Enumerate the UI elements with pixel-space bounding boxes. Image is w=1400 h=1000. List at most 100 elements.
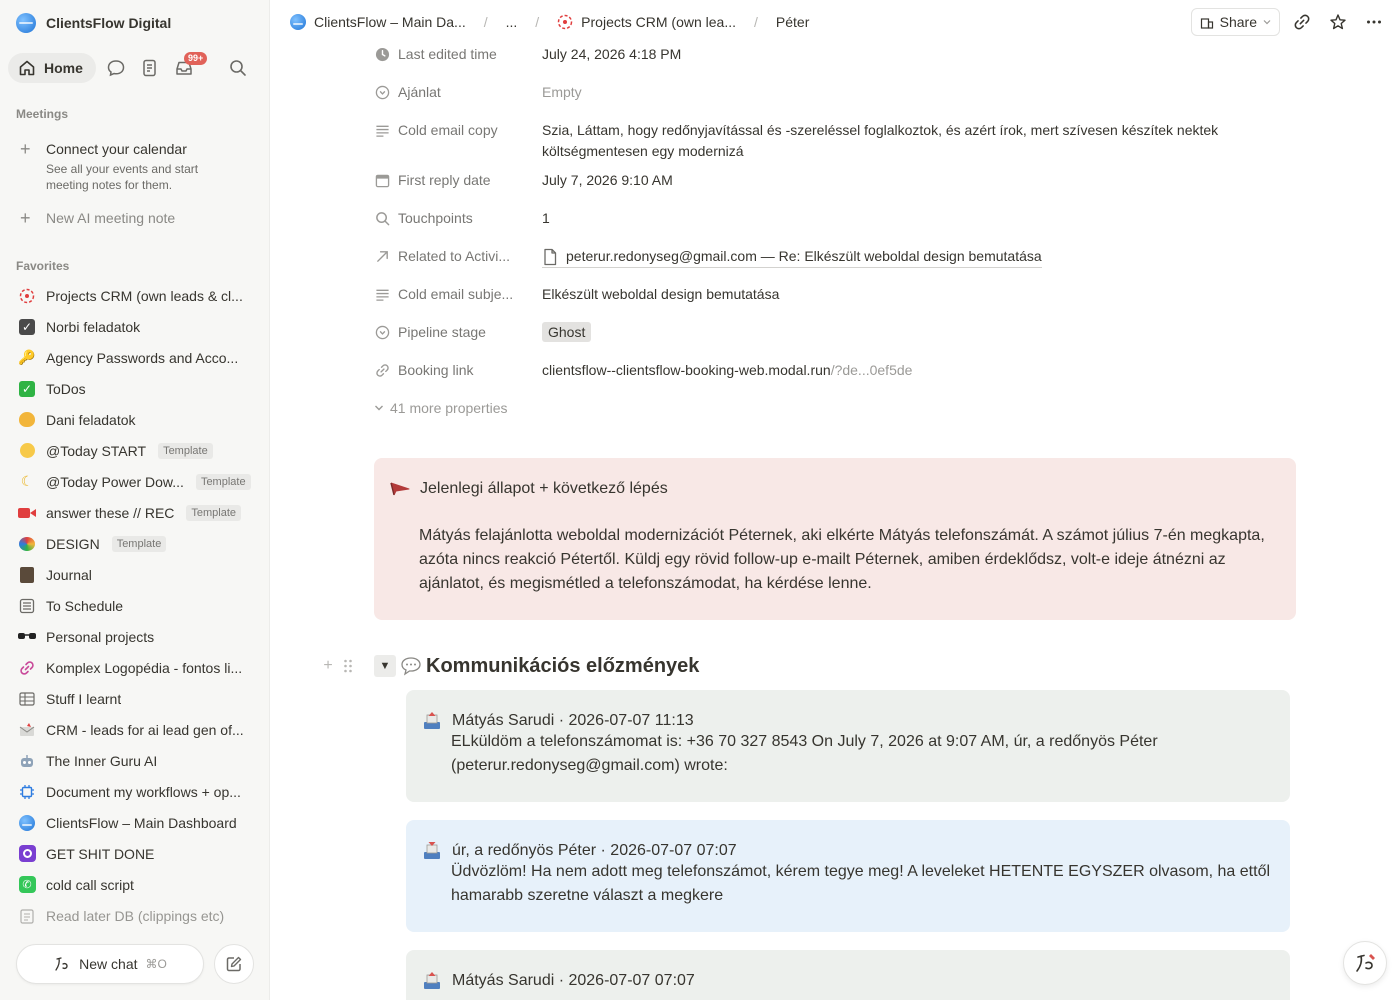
property-row[interactable]: Last edited time July 24, 2026 4:18 PM <box>374 36 1294 74</box>
sunglasses-icon <box>18 628 36 646</box>
chat-button[interactable] <box>102 54 130 82</box>
message-callout[interactable]: úr, a redőnyös Péter · 2026-07-07 07:07 … <box>406 820 1290 932</box>
cat-icon <box>18 411 36 429</box>
share-button[interactable]: Share <box>1190 8 1280 36</box>
section-heading: Kommunikációs előzmények <box>426 654 700 677</box>
toggle-caret-icon[interactable]: ▼ <box>374 655 396 677</box>
property-name: Touchpoints <box>398 210 473 226</box>
sidebar-item-stuff-i-learnt[interactable]: Stuff I learnt <box>8 683 262 714</box>
property-row[interactable]: Cold email subje... Elkészült weboldal d… <box>374 276 1294 314</box>
sidebar-item-today-power-down[interactable]: ☾ @Today Power Dow... Template <box>8 466 262 497</box>
home-button[interactable]: Home <box>8 53 96 83</box>
template-badge: Template <box>195 473 251 490</box>
drag-handle[interactable] <box>338 658 358 674</box>
property-row[interactable]: Touchpoints 1 <box>374 200 1294 238</box>
sidebar-item-komplex-logopedia[interactable]: Komplex Logopédia - fontos li... <box>8 652 262 683</box>
compose-button[interactable] <box>214 944 254 984</box>
more-horizontal-icon <box>1367 20 1381 24</box>
message-callout[interactable]: Mátyás Sarudi · 2026-07-07 11:13 ELküldö… <box>406 690 1290 802</box>
property-row[interactable]: Cold email copy Szia, Láttam, hogy redőn… <box>374 112 1294 162</box>
ai-face-icon <box>1356 954 1375 972</box>
breadcrumb-separator: / <box>483 14 488 30</box>
message-header: úr, a redőnyös Péter · 2026-07-07 07:07 <box>452 842 737 859</box>
sidebar-item-crm-leads[interactable]: CRM - leads for ai lead gen of... <box>8 714 262 745</box>
sidebar-item-agency-passwords[interactable]: 🔑 Agency Passwords and Acco... <box>8 342 262 373</box>
booking-link-suffix: /?de...0ef5de <box>830 362 913 378</box>
text-icon <box>374 122 390 138</box>
link-icon <box>374 362 390 378</box>
moon-icon: ☾ <box>20 473 34 489</box>
sidebar-item-answer-these[interactable]: answer these // REC Template <box>8 497 262 528</box>
favorite-button[interactable] <box>1324 8 1352 36</box>
sidebar-item-today-start[interactable]: @Today START Template <box>8 435 262 466</box>
sidebar-item-inner-guru[interactable]: The Inner Guru AI <box>8 745 262 776</box>
sidebar-item-to-schedule[interactable]: To Schedule <box>8 590 262 621</box>
connect-calendar[interactable]: + Connect your calendar See all your eve… <box>20 140 260 193</box>
pipeline-stage-tag[interactable]: Ghost <box>542 322 592 342</box>
property-row[interactable]: First reply date July 7, 2026 9:10 AM <box>374 162 1294 200</box>
workspace-switcher[interactable]: ClientsFlow Digital <box>16 12 171 34</box>
callout-body: Mátyás felajánlotta weboldal modernizáci… <box>419 527 1265 592</box>
new-ai-meeting-note[interactable]: + New AI meeting note <box>20 209 176 227</box>
property-row[interactable]: Pipeline stage Ghost <box>374 314 1294 352</box>
sidebar-item-journal[interactable]: Journal <box>8 559 262 590</box>
sidebar-top-row: Home 99+ <box>8 52 262 84</box>
journal-icon <box>18 566 36 584</box>
property-value: 1 <box>542 210 550 226</box>
status-callout[interactable]: Jelenlegi állapot + következő lépés Máty… <box>374 458 1296 620</box>
sidebar-item-get-shit-done[interactable]: GET SHIT DONE <box>8 838 262 869</box>
sidebar-item-projects-crm[interactable]: Projects CRM (own leads & cl... <box>8 280 262 311</box>
property-row[interactable]: Booking link clientsflow--clientsflow-bo… <box>374 352 1294 390</box>
sidebar-item-personal-projects[interactable]: Personal projects <box>8 621 262 652</box>
inbox-button[interactable]: 99+ <box>170 52 208 82</box>
key-icon: 🔑 <box>18 349 36 365</box>
clock-icon <box>374 46 390 62</box>
search-button[interactable] <box>224 54 252 82</box>
chip-icon <box>18 783 36 801</box>
drag-handle-icon <box>344 659 352 673</box>
message-body: ELküldöm a telefonszámomat is: +36 70 32… <box>451 733 1158 774</box>
breadcrumb: ClientsFlow – Main Da... / ... / Project… <box>290 14 809 30</box>
more-properties-toggle[interactable]: 41 more properties <box>374 400 1294 416</box>
workspace-name: ClientsFlow Digital <box>46 15 172 31</box>
breadcrumb-item-current-page[interactable]: Péter <box>776 14 809 30</box>
add-block-button[interactable]: + <box>318 657 338 675</box>
meeting-notes-button[interactable] <box>136 54 164 82</box>
sidebar-item-clientsflow-dashboard[interactable]: ClientsFlow – Main Dashboard <box>8 807 262 838</box>
sidebar-item-dani[interactable]: Dani feladatok <box>8 404 262 435</box>
home-icon <box>19 60 35 76</box>
related-page-link[interactable]: peterur.redonyseg@gmail.com — Re: Elkész… <box>542 246 1042 268</box>
meetings-section-title: Meetings <box>16 107 69 121</box>
message-callout[interactable]: Mátyás Sarudi · 2026-07-07 07:07 <box>406 950 1290 1000</box>
breadcrumb-item-ellipsis[interactable]: ... <box>506 14 518 30</box>
property-row[interactable]: Related to Activi... peterur.redonyseg@g… <box>374 238 1294 276</box>
more-options-button[interactable] <box>1360 8 1388 36</box>
property-value: July 7, 2026 9:10 AM <box>542 172 673 188</box>
new-chat-button[interactable]: New chat ⌘O <box>16 944 204 984</box>
sidebar-item-cold-call-script[interactable]: ✆ cold call script <box>8 869 262 900</box>
callout-title: Jelenlegi állapot + következő lépés <box>420 480 668 497</box>
property-name: Booking link <box>398 362 474 378</box>
breadcrumb-item-dashboard[interactable]: ClientsFlow – Main Da... <box>314 14 466 30</box>
inbox-tray-icon <box>424 842 440 859</box>
select-icon <box>374 324 390 340</box>
meeting-notes-icon <box>143 59 156 77</box>
speech-bubble-icon <box>401 657 421 676</box>
breadcrumb-item-projects-crm[interactable]: Projects CRM (own lea... <box>581 14 736 30</box>
sidebar: ClientsFlow Digital Home 99+ Meetings + … <box>0 0 270 1000</box>
sidebar-item-norbi[interactable]: ✓ Norbi feladatok <box>8 311 262 342</box>
new-chat-shortcut: ⌘O <box>145 957 167 971</box>
new-ai-meeting-note-label: New AI meeting note <box>46 210 176 226</box>
related-page-title: peterur.redonyseg@gmail.com — Re: Elkész… <box>566 248 1042 264</box>
booking-link[interactable]: clientsflow--clientsflow-booking-web.mod… <box>542 360 1294 381</box>
template-badge: Template <box>158 442 213 459</box>
sidebar-item-read-later[interactable]: Read later DB (clippings etc) <box>8 900 262 931</box>
property-row[interactable]: Ajánlat Empty <box>374 74 1294 112</box>
copy-link-button[interactable] <box>1288 8 1316 36</box>
sidebar-item-todos[interactable]: ✓ ToDos <box>8 373 262 404</box>
template-badge: Template <box>186 504 242 521</box>
property-name: Related to Activi... <box>398 248 511 264</box>
ai-assistant-button[interactable] <box>1343 941 1387 985</box>
sidebar-item-design[interactable]: DESIGN Template <box>8 528 262 559</box>
sidebar-item-document-workflows[interactable]: Document my workflows + op... <box>8 776 262 807</box>
